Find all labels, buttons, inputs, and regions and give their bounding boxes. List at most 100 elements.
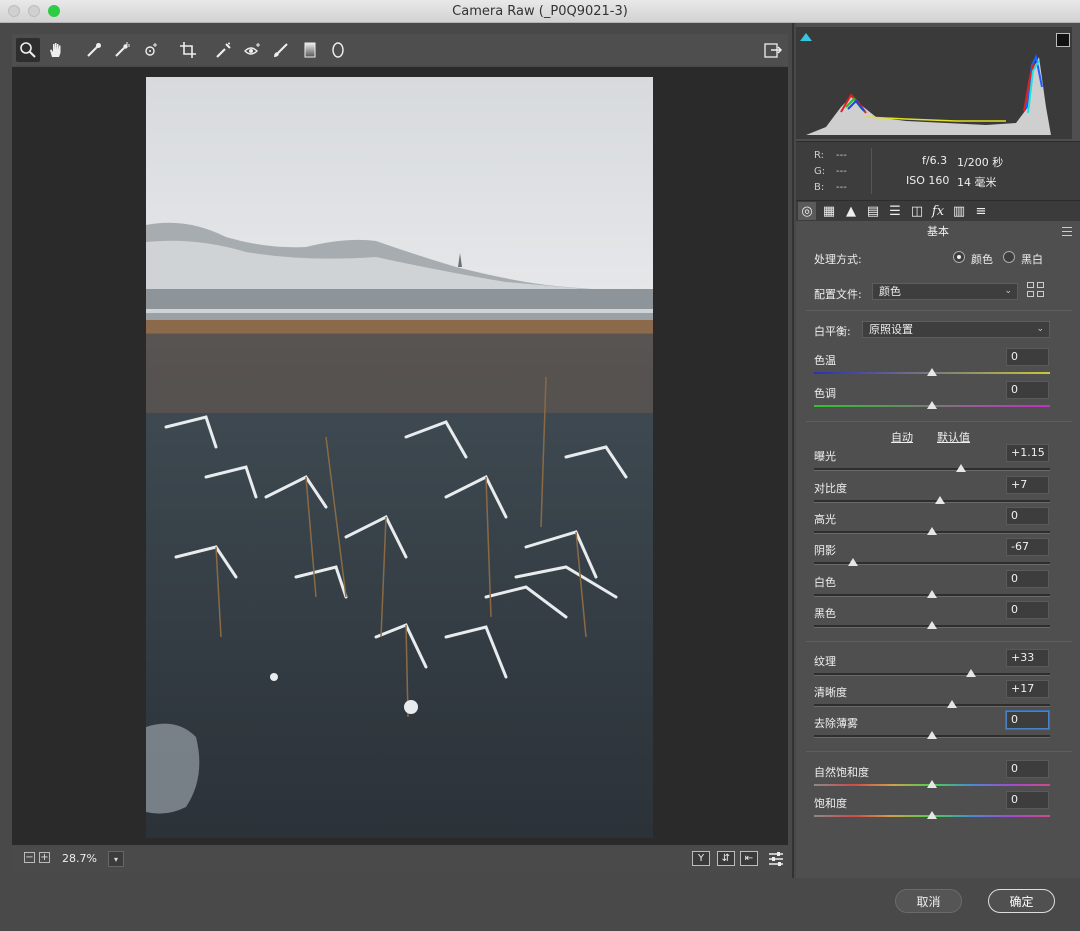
blacks-value-field[interactable]: 0 [1006,601,1049,619]
tab-detail[interactable]: ▲ [842,202,860,220]
graduated-filter-icon[interactable] [298,38,322,62]
spot-removal-icon[interactable] [212,38,236,62]
radial-filter-icon[interactable] [326,38,350,62]
cancel-button[interactable]: 取消 [895,889,962,913]
blacks-slider-thumb[interactable] [927,621,937,629]
texture-value-field[interactable]: +33 [1006,649,1049,667]
zoom-in-button[interactable]: + [39,852,50,863]
texture-slider-thumb[interactable] [965,669,976,677]
aperture-icon: ◎ [801,203,813,219]
histogram [796,27,1072,139]
split-toning-icon: ☰ [889,203,901,219]
clarity-value-field[interactable]: +17 [1006,680,1049,698]
color-sampler-icon[interactable] [110,38,134,62]
white-balance-select[interactable]: 原照设置 ⌄ [862,321,1050,338]
adjustment-brush-icon[interactable] [269,38,293,62]
texture-slider-track[interactable] [814,673,1050,676]
whites-value-field[interactable]: 0 [1006,570,1049,588]
whites-slider-thumb[interactable] [927,590,937,598]
profile-select[interactable]: 颜色 ⌄ [872,283,1018,300]
view-settings-icon[interactable] [764,847,788,871]
vibrance-slider-thumb[interactable] [927,780,937,788]
saturation-slider-thumb[interactable] [927,811,937,819]
tint-value-field[interactable]: 0 [1006,381,1049,399]
red-eye-icon[interactable] [240,38,264,62]
temperature-value-field[interactable]: 0 [1006,348,1049,366]
status-bar: − + 28.7% ▾ Y ⇵ ⇤ [12,846,788,872]
crop-icon[interactable] [176,38,200,62]
r-value: --- [836,150,847,161]
dehaze-value-field[interactable]: 0 [1006,711,1049,729]
fx-icon: fx [931,203,945,219]
saturation-label: 饱和度 [814,797,847,810]
tab-split-toning[interactable]: ☰ [886,202,904,220]
profile-browser-icon[interactable] [1027,282,1047,300]
exposure-value-field[interactable]: +1.15 [1006,444,1049,462]
image-preview-area[interactable] [12,67,788,845]
tab-calibration[interactable]: ▥ [950,202,968,220]
ok-button[interactable]: 确定 [988,889,1055,913]
g-value: --- [836,166,847,177]
zoom-out-button[interactable]: − [24,852,35,863]
treatment-color-label: 颜色 [971,253,993,266]
copy-settings-button[interactable]: ⇤ [740,851,758,866]
clarity-label: 清晰度 [814,686,847,699]
temperature-label: 色温 [814,354,836,367]
treatment-bw-label: 黑白 [1021,253,1043,266]
exposure-slider-thumb[interactable] [956,464,967,472]
default-link[interactable]: 默认值 [937,429,970,445]
shadows-slider-thumb[interactable] [847,558,858,566]
tab-hsl[interactable]: ▤ [864,202,882,220]
hand-icon[interactable] [44,38,68,62]
tab-lens[interactable]: ◫ [908,202,926,220]
contrast-slider-track[interactable] [814,500,1050,503]
temperature-slider-thumb[interactable] [927,368,937,376]
photo-preview [146,77,653,838]
lens-icon: ◫ [910,203,924,219]
zoom-icon[interactable] [16,38,40,62]
highlights-value-field[interactable]: 0 [1006,507,1049,525]
clarity-slider-thumb[interactable] [947,700,958,708]
chevron-down-icon: ⌄ [1036,324,1044,334]
shutter-speed: 1/200 秒 [957,156,1004,169]
tab-presets[interactable]: ≡ [972,202,990,220]
grid-curve-icon: ▦ [822,203,836,219]
exposure-slider-track[interactable] [814,468,1050,471]
open-preferences-icon[interactable] [763,40,783,60]
contrast-value-field[interactable]: +7 [1006,476,1049,494]
shadow-clipping-icon[interactable] [800,33,812,41]
separator [806,641,1072,642]
saturation-value-field[interactable]: 0 [1006,791,1049,809]
zoom-level: 28.7% [62,852,97,865]
panel-menu-icon[interactable] [1062,227,1072,236]
calibration-icon: ▥ [952,203,966,219]
section-header: 基本 [796,223,1080,241]
exposure-label: 曝光 [814,450,836,463]
treatment-bw-radio[interactable] [1003,251,1015,263]
tab-tone-curve[interactable]: ▦ [820,202,838,220]
auto-link[interactable]: 自动 [891,429,913,445]
profile-value: 颜色 [879,285,901,298]
tab-basic[interactable]: ◎ [798,202,816,220]
clarity-slider-track[interactable] [814,704,1050,707]
dehaze-slider-thumb[interactable] [927,731,937,739]
shadows-label: 阴影 [814,544,836,557]
highlights-slider-thumb[interactable] [927,527,937,535]
treatment-color-radio[interactable] [953,251,965,263]
targeted-adjustment-icon[interactable] [139,38,163,62]
vibrance-value-field[interactable]: 0 [1006,760,1049,778]
zoom-dropdown[interactable]: ▾ [108,851,124,867]
tint-slider-thumb[interactable] [927,401,937,409]
white-balance-icon[interactable] [82,38,106,62]
swap-before-after-button[interactable]: ⇵ [717,851,735,866]
highlight-clipping-icon[interactable] [1056,33,1070,47]
separator [806,751,1072,752]
mountain-icon: ▲ [846,203,856,219]
tab-effects[interactable]: fx [929,202,947,220]
iso: ISO 160 [906,174,950,187]
highlights-label: 高光 [814,513,836,526]
contrast-slider-thumb[interactable] [935,496,946,504]
window-title: Camera Raw (_P0Q9021-3) [452,4,628,19]
before-after-view-button[interactable]: Y [692,851,710,866]
shadows-value-field[interactable]: -67 [1006,538,1049,556]
